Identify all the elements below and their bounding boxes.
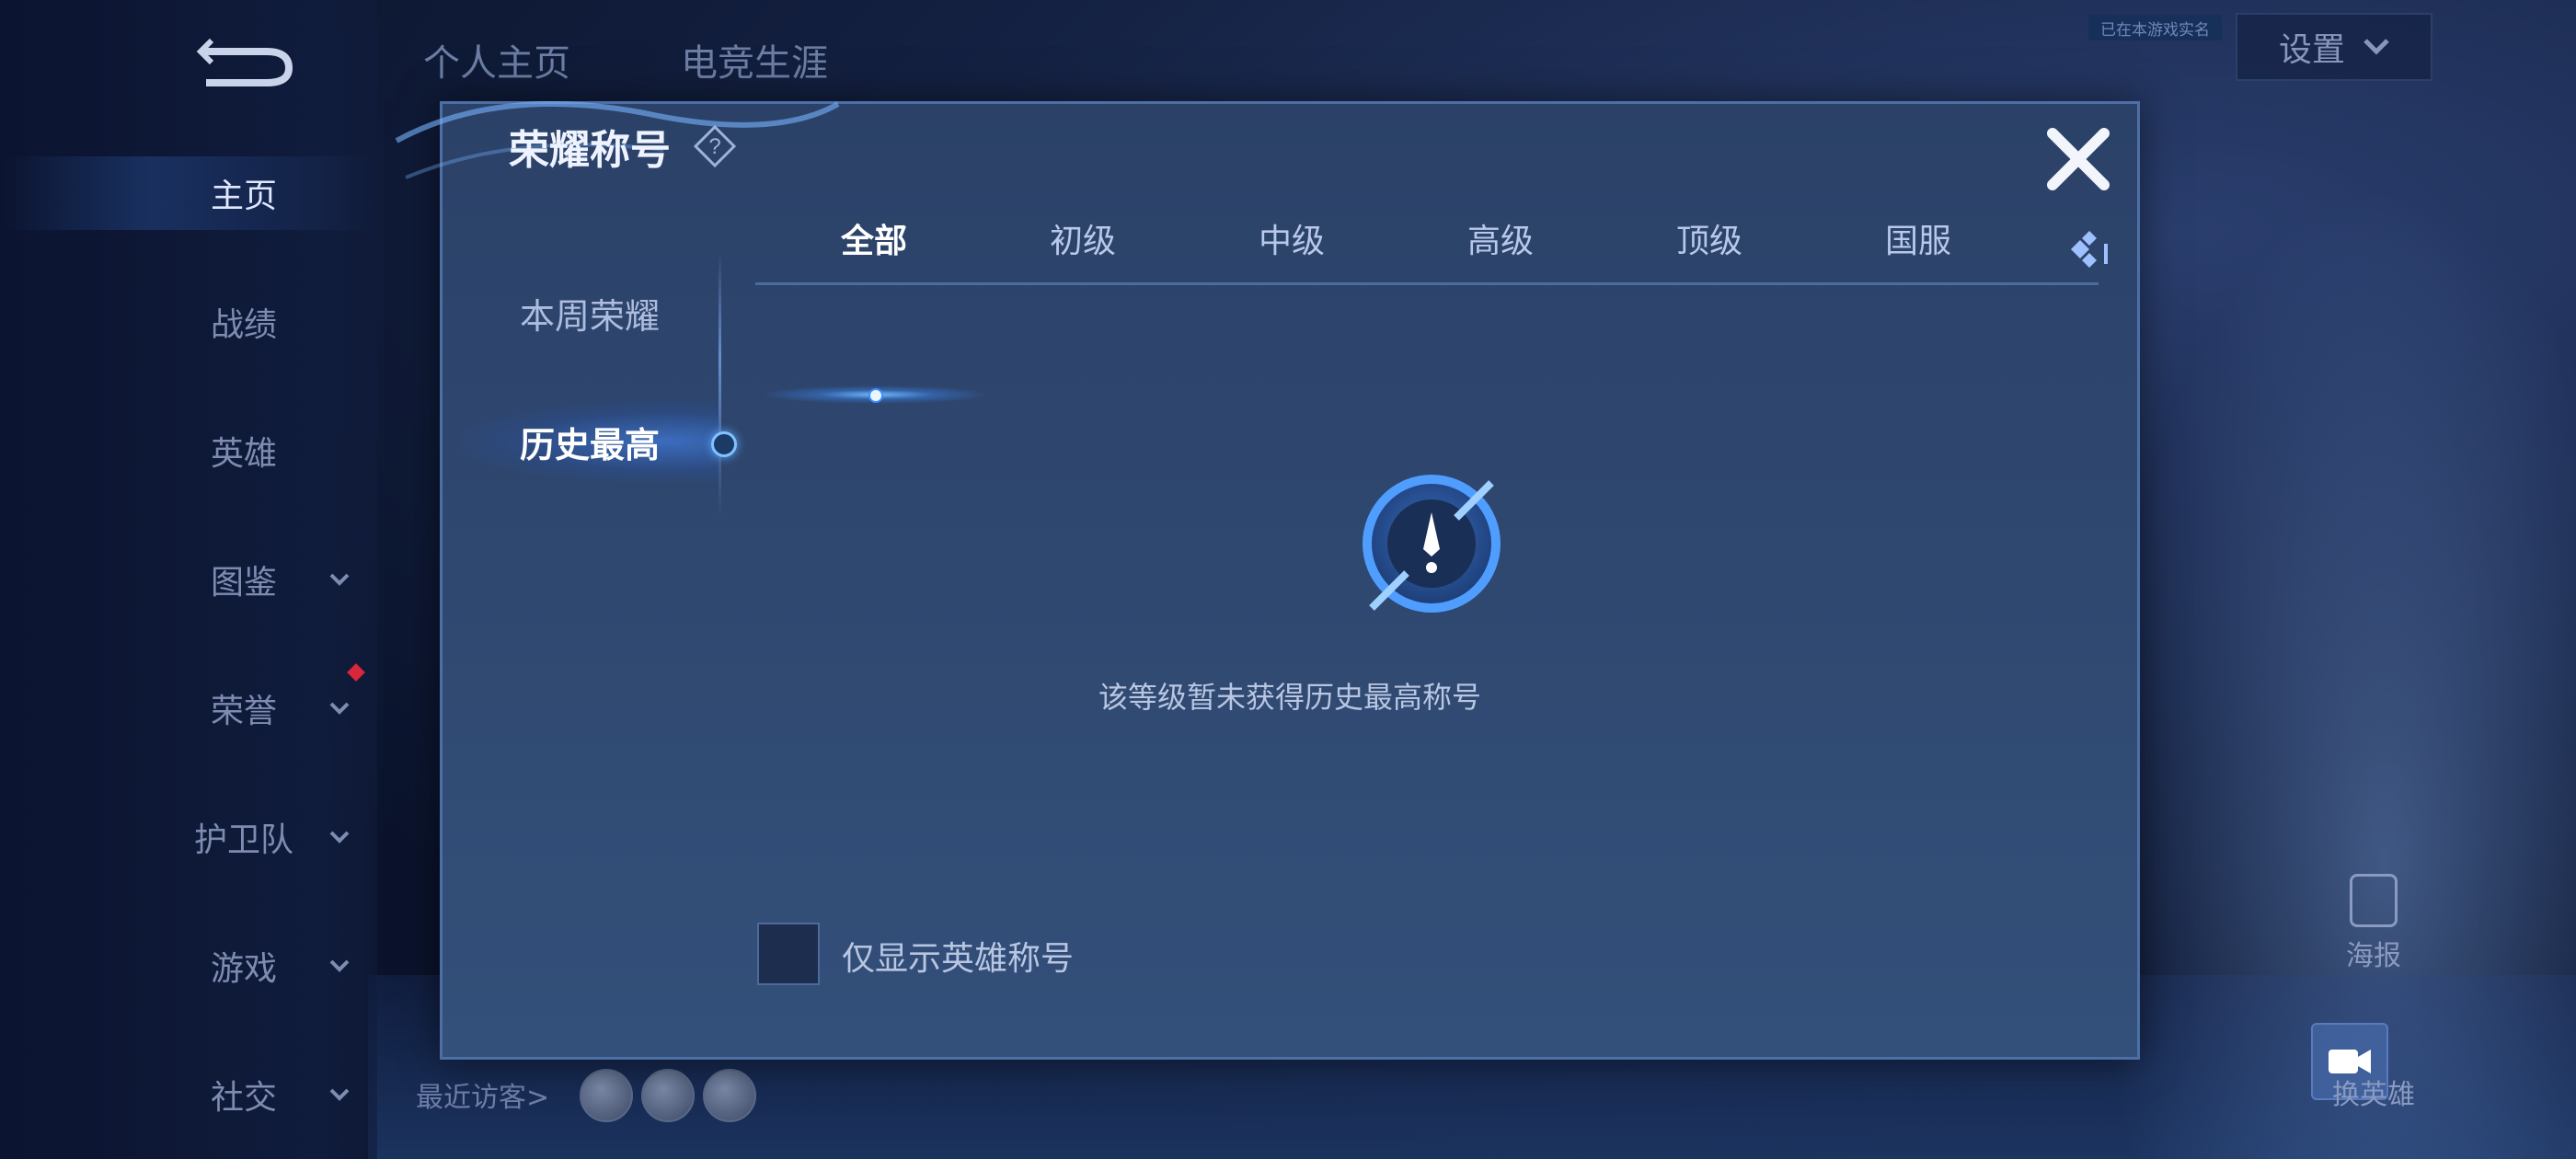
poster-label: 海报 <box>2346 940 2401 972</box>
hero-title-only-checkbox[interactable] <box>757 923 820 985</box>
honor-title-dialog: 荣耀称号 ? 本周荣耀 历史最高 全部 初级 中级 高级 顶级 国服 该等级暂未… <box>395 101 2140 1060</box>
tab-national[interactable]: 国服 <box>1849 214 1987 262</box>
chevron-down-icon <box>329 702 350 715</box>
sidebar-item[interactable]: 游戏 <box>0 929 377 1003</box>
sidebar-item[interactable]: 护卫队 <box>0 800 377 874</box>
more-tabs-icon[interactable] <box>2062 231 2117 268</box>
avatar[interactable] <box>703 1069 756 1122</box>
tab-intermediate[interactable]: 中级 <box>1223 214 1361 262</box>
help-icon[interactable]: ? <box>693 124 737 168</box>
tab-all[interactable]: 全部 <box>805 214 943 262</box>
sidebar-item[interactable]: 英雄 <box>0 414 377 488</box>
chevron-down-icon <box>329 1088 350 1101</box>
sidebar-item[interactable]: 社交 <box>0 1058 377 1131</box>
chevron-down-icon <box>329 959 350 972</box>
settings-dropdown[interactable]: 设置 <box>2236 13 2432 81</box>
tab-top[interactable]: 顶级 <box>1640 214 1778 262</box>
back-arrow-icon[interactable] <box>193 33 294 88</box>
sidebar-item-label: 护卫队 <box>193 821 293 859</box>
sidebar-item-label: 英雄 <box>210 435 277 473</box>
side-tab-history-highest[interactable]: 历史最高 <box>461 400 719 483</box>
switch-hero-label[interactable]: 换英雄 <box>2332 1072 2415 1112</box>
side-divider <box>719 251 721 518</box>
poster-button[interactable]: 海报 <box>2328 874 2420 975</box>
dialog-title: 荣耀称号 <box>509 127 671 174</box>
chevron-down-icon <box>2363 39 2389 55</box>
sidebar-item-label: 图鉴 <box>210 564 277 602</box>
sidebar-item-label: 游戏 <box>210 950 277 988</box>
active-tab-dot <box>868 388 883 403</box>
sidebar-item[interactable]: 图鉴 <box>0 543 377 616</box>
tab-underline <box>755 282 2099 285</box>
sidebar-item[interactable]: 战绩 <box>0 285 377 359</box>
sidebar-item[interactable]: 荣誉 <box>0 671 377 745</box>
selected-marker <box>711 431 737 457</box>
close-icon[interactable] <box>2043 124 2113 194</box>
tab-advanced[interactable]: 高级 <box>1432 214 1570 262</box>
chevron-down-icon <box>329 831 350 843</box>
sidebar-item-label: 荣誉 <box>210 693 277 730</box>
sidebar-item-label: 社交 <box>210 1079 277 1117</box>
recent-visitors-link[interactable]: 最近访客> <box>416 1074 549 1115</box>
realname-badge: 已在本游戏实名 <box>2088 15 2222 40</box>
hero-title-only-label[interactable]: 仅显示英雄称号 <box>842 932 1074 980</box>
avatar[interactable] <box>580 1069 633 1122</box>
empty-state-message: 该等级暂未获得历史最高称号 <box>1098 680 1481 715</box>
side-tab-weekly-honor[interactable]: 本周荣耀 <box>461 271 719 354</box>
empty-state-icon <box>1363 475 1501 613</box>
svg-text:?: ? <box>708 134 720 159</box>
sidebar-item[interactable]: 主页 <box>0 156 377 230</box>
left-nav: 主页战绩英雄图鉴荣誉护卫队游戏社交 <box>0 0 377 1159</box>
sidebar-item-label: 战绩 <box>210 306 277 344</box>
tab-beginner[interactable]: 初级 <box>1014 214 1152 262</box>
avatar[interactable] <box>641 1069 695 1122</box>
poster-icon <box>2350 874 2398 927</box>
level-tabs: 全部 初级 中级 高级 顶级 国服 <box>755 214 2099 404</box>
chevron-down-icon <box>329 573 350 586</box>
settings-label: 设置 <box>2278 31 2345 69</box>
